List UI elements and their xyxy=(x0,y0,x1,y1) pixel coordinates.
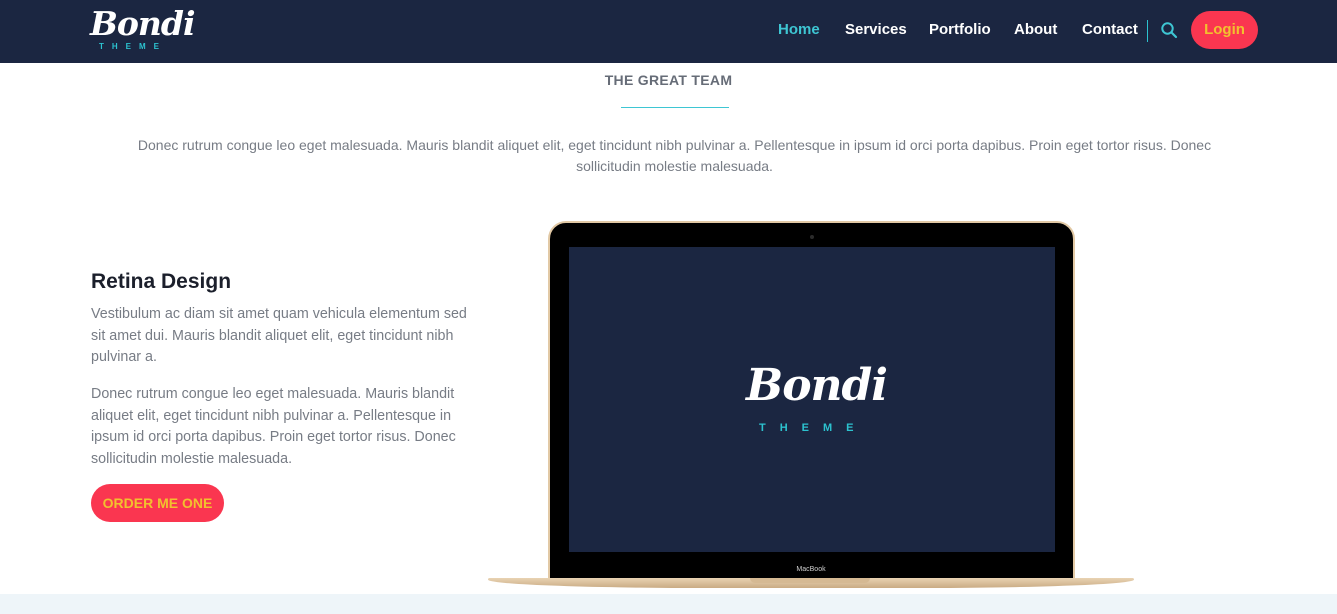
brand-tagline: THEME xyxy=(99,42,167,51)
camera-dot xyxy=(810,235,814,239)
brand-logo[interactable]: Bondi THEME xyxy=(90,4,196,54)
order-button[interactable]: ORDER ME ONE xyxy=(91,484,224,522)
search-icon[interactable] xyxy=(1160,21,1178,39)
nav-item-services[interactable]: Services xyxy=(845,21,907,38)
laptop-model-label: MacBook xyxy=(796,566,826,573)
feature-paragraph-1: Vestibulum ac diam sit amet quam vehicul… xyxy=(91,306,467,366)
screen-logo: Bondi THEME xyxy=(744,360,888,440)
section-title: THE GREAT TEAM xyxy=(604,72,733,88)
nav-divider xyxy=(1147,20,1148,42)
laptop-base-notch xyxy=(750,578,870,583)
nav-item-about[interactable]: About xyxy=(1014,21,1057,38)
login-button[interactable]: Login xyxy=(1191,11,1258,49)
navbar: Bondi THEME Home Services Portfolio Abou… xyxy=(0,0,1337,63)
laptop-screen: Bondi THEME xyxy=(569,247,1055,552)
title-underline xyxy=(621,107,729,108)
next-section-strip xyxy=(0,594,1337,614)
laptop-mockup: Bondi THEME MacBook xyxy=(488,221,1134,593)
section-intro: Donec rutrum congue leo eget malesuada. … xyxy=(137,137,1212,174)
laptop-lid: Bondi THEME xyxy=(548,221,1075,581)
screen-brand-name: Bondi xyxy=(746,360,888,411)
nav-item-contact[interactable]: Contact xyxy=(1082,21,1138,38)
brand-name: Bondi xyxy=(90,4,196,43)
nav-item-home[interactable]: Home xyxy=(778,21,820,38)
nav-item-portfolio[interactable]: Portfolio xyxy=(929,21,991,38)
feature-paragraph-2: Donec rutrum congue leo eget malesuada. … xyxy=(91,386,456,467)
screen-brand-tagline: THEME xyxy=(759,422,868,434)
feature-title: Retina Design xyxy=(91,270,232,293)
